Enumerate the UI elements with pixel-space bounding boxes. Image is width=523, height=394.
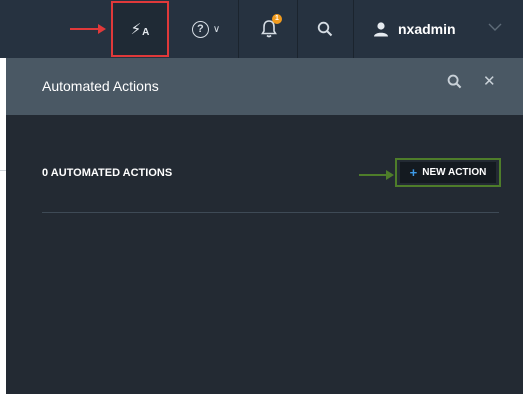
notification-badge: 1	[272, 14, 282, 24]
search-icon	[317, 21, 333, 37]
automated-actions-button[interactable]: ⚡ A	[111, 1, 169, 57]
username: nxadmin	[398, 21, 456, 37]
chevron-down-icon: ∨	[212, 23, 221, 35]
new-action-button[interactable]: + NEW ACTION	[400, 162, 496, 183]
search-button[interactable]	[297, 0, 353, 58]
annotation-arrow-green	[359, 170, 394, 180]
new-action-highlight: + NEW ACTION	[395, 158, 501, 187]
automated-actions-panel: Automated Actions ✕ 0 AUTOMATED ACTIONS …	[6, 58, 523, 394]
panel-header: Automated Actions ✕	[6, 58, 523, 115]
help-menu-button[interactable]: ? ∨	[178, 0, 234, 58]
chevron-down-icon	[488, 23, 502, 31]
user-menu-button[interactable]: nxadmin	[353, 0, 523, 58]
automation-icon-letter: A	[142, 26, 150, 38]
annotation-arrow-red	[70, 24, 106, 34]
search-icon	[447, 74, 462, 89]
automated-actions-count: 0 AUTOMATED ACTIONS	[42, 167, 173, 179]
help-icon: ?	[191, 20, 209, 38]
user-icon	[374, 22, 388, 37]
notifications-button[interactable]: 1	[241, 0, 297, 58]
top-navigation-bar: ⚡ A ? ∨ 1 nxadmin	[0, 0, 523, 58]
panel-title: Automated Actions	[42, 78, 159, 94]
divider	[42, 212, 499, 213]
close-icon[interactable]: ✕	[483, 72, 496, 90]
nav-divider	[238, 0, 239, 58]
panel-search-button[interactable]	[447, 74, 462, 94]
automation-bolt-icon: ⚡	[130, 20, 142, 38]
plus-icon: +	[409, 165, 418, 180]
new-action-label: NEW ACTION	[422, 167, 487, 178]
